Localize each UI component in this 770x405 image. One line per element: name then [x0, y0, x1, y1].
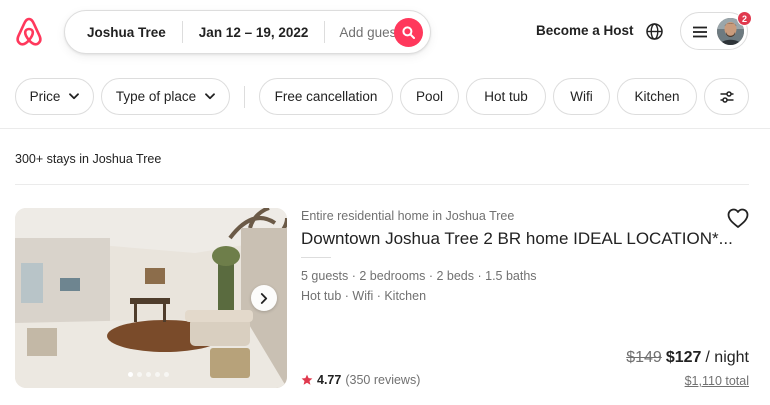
globe-icon[interactable]	[645, 22, 664, 41]
filter-bar: Price Type of place Free cancellation Po…	[0, 78, 770, 116]
header-divider	[0, 128, 770, 129]
become-host-link[interactable]: Become a Host	[536, 23, 634, 38]
photo-dots	[128, 372, 178, 378]
search-icon	[402, 26, 415, 39]
listing-rating: 4.77 (350 reviews)	[301, 373, 420, 387]
notification-badge: 2	[737, 11, 752, 26]
price-total-link[interactable]: $1,110 total	[685, 374, 749, 388]
rating-score: 4.77	[317, 373, 342, 387]
filter-price[interactable]: Price	[15, 78, 94, 115]
filter-hot-tub[interactable]: Hot tub	[466, 78, 546, 115]
chevron-down-icon	[205, 93, 216, 100]
photo-next-button[interactable]	[251, 285, 277, 311]
listing-photo[interactable]	[15, 208, 287, 388]
listing-photo-image	[15, 208, 287, 388]
filter-pool[interactable]: Pool	[400, 78, 459, 115]
search-bar[interactable]: Joshua Tree Jan 12 – 19, 2022 Add guests	[64, 10, 431, 54]
filter-label: Pool	[415, 89, 444, 104]
search-button[interactable]	[394, 18, 423, 47]
airbnb-logo-icon[interactable]	[14, 16, 44, 48]
results-divider	[15, 184, 749, 185]
price-current: $127	[665, 349, 702, 366]
filter-wifi[interactable]: Wifi	[553, 78, 610, 115]
sliders-icon	[720, 90, 733, 103]
listing-subtitle: Entire residential home in Joshua Tree	[301, 209, 515, 223]
listing-amenities: Hot tub · Wifi · Kitchen	[301, 289, 427, 303]
filter-free-cancellation[interactable]: Free cancellation	[259, 78, 393, 115]
results-count: 300+ stays in Joshua Tree	[15, 152, 162, 166]
star-icon	[301, 374, 313, 385]
filter-type-of-place[interactable]: Type of place	[101, 78, 230, 115]
rating-reviews[interactable]: (350 reviews)	[345, 373, 420, 387]
chevron-right-icon	[260, 292, 268, 304]
user-menu-button[interactable]: 2	[680, 11, 752, 50]
photo-dot-active[interactable]	[128, 372, 133, 377]
listing-title[interactable]: Downtown Joshua Tree 2 BR home IDEAL LOC…	[301, 229, 733, 249]
more-filters-button[interactable]	[704, 78, 749, 115]
listing-divider	[301, 257, 331, 258]
filter-label: Kitchen	[634, 89, 680, 104]
photo-dot[interactable]	[155, 372, 160, 377]
chevron-down-icon	[69, 93, 80, 100]
filter-label: Hot tub	[484, 89, 528, 104]
filter-label: Price	[29, 89, 61, 104]
filter-label: Wifi	[570, 89, 593, 104]
listing-details: 5 guests · 2 bedrooms · 2 beds · 1.5 bat…	[301, 269, 537, 283]
photo-dot[interactable]	[164, 372, 169, 377]
price-original: $149	[626, 349, 662, 366]
top-header: Joshua Tree Jan 12 – 19, 2022 Add guests…	[0, 0, 770, 64]
listing-price: $149 $127/ night	[626, 349, 749, 367]
hamburger-icon	[693, 26, 707, 38]
photo-dot[interactable]	[146, 372, 151, 377]
search-dates[interactable]: Jan 12 – 19, 2022	[183, 25, 325, 40]
photo-dot[interactable]	[137, 372, 142, 377]
filter-divider	[244, 86, 245, 108]
filter-kitchen[interactable]: Kitchen	[617, 78, 697, 115]
price-unit: / night	[705, 349, 749, 366]
search-location[interactable]: Joshua Tree	[65, 25, 182, 40]
filter-label: Type of place	[115, 89, 197, 104]
filter-label: Free cancellation	[274, 89, 378, 104]
heart-icon[interactable]	[727, 208, 749, 229]
